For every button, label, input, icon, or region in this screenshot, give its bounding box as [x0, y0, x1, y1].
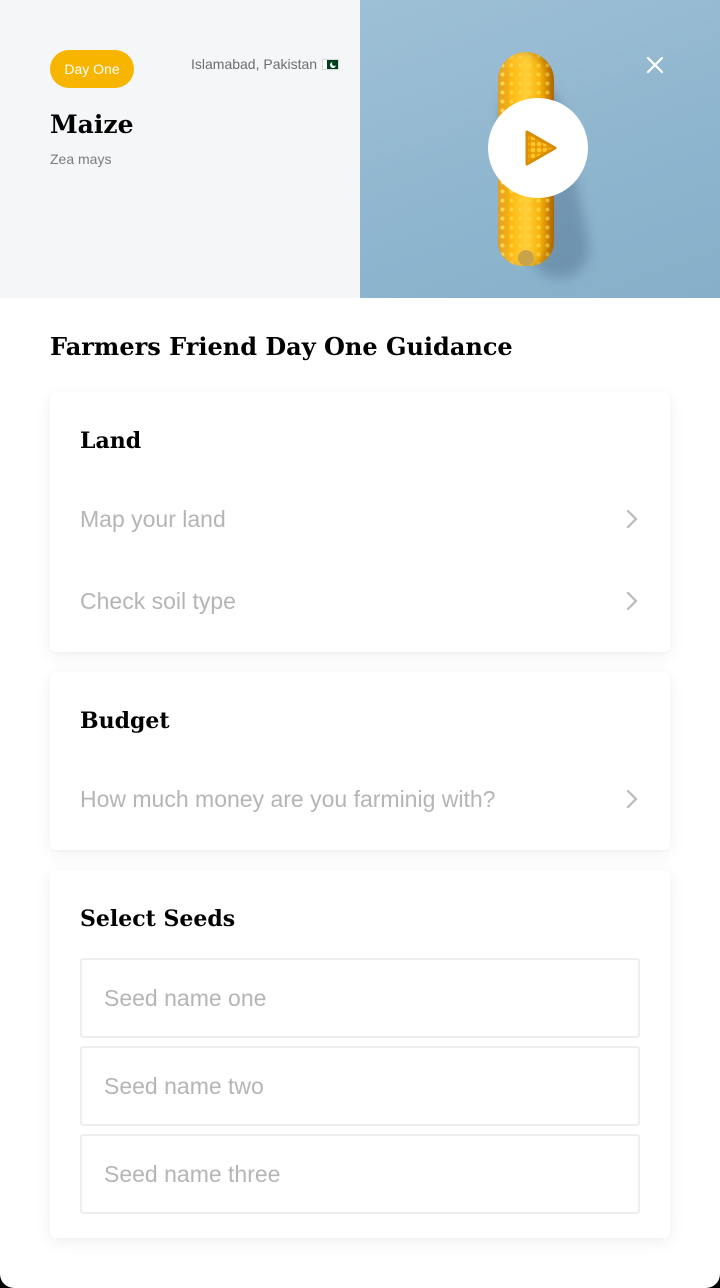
seed-name-two-input[interactable] [80, 1046, 640, 1126]
chevron-right-icon [626, 789, 638, 809]
guidance-heading: Farmers Friend Day One Guidance [50, 332, 513, 361]
check-soil-item[interactable]: Check soil type [80, 581, 640, 621]
seeds-card: Select Seeds [50, 870, 670, 1238]
budget-card: Budget How much money are you farminig w… [50, 672, 670, 850]
land-card-title: Land [80, 428, 142, 454]
location-label: Islamabad, Pakistan [191, 56, 318, 72]
location: Islamabad, Pakistan [191, 56, 340, 72]
budget-amount-label: How much money are you farminig with? [80, 785, 496, 812]
close-button[interactable] [641, 51, 669, 79]
chevron-right-icon [626, 591, 638, 611]
check-soil-label: Check soil type [80, 587, 236, 614]
day-badge: Day One [50, 50, 134, 88]
corn-stem [518, 250, 534, 266]
seed-name-three-input[interactable] [80, 1134, 640, 1214]
seed-name-one-input[interactable] [80, 958, 640, 1038]
crop-info-panel: Day One Islamabad, Pakistan Maize Zea ma… [0, 0, 360, 298]
chevron-right-icon [626, 509, 638, 529]
crop-video-thumbnail [360, 0, 720, 298]
crop-header: Day One Islamabad, Pakistan Maize Zea ma… [0, 0, 720, 298]
seeds-card-title: Select Seeds [80, 906, 236, 932]
map-land-item[interactable]: Map your land [80, 499, 640, 539]
budget-card-title: Budget [80, 708, 170, 734]
land-card: Land Map your land Check soil type [50, 392, 670, 652]
budget-amount-item[interactable]: How much money are you farminig with? [80, 779, 640, 819]
crop-scientific-name: Zea mays [50, 151, 112, 167]
crop-name: Maize [50, 110, 134, 139]
close-icon [646, 56, 664, 74]
play-video-button[interactable] [488, 98, 588, 198]
play-icon [525, 130, 557, 166]
crop-guidance-page: Day One Islamabad, Pakistan Maize Zea ma… [0, 0, 720, 1288]
map-land-label: Map your land [80, 505, 226, 532]
pakistan-flag-icon [322, 58, 340, 70]
